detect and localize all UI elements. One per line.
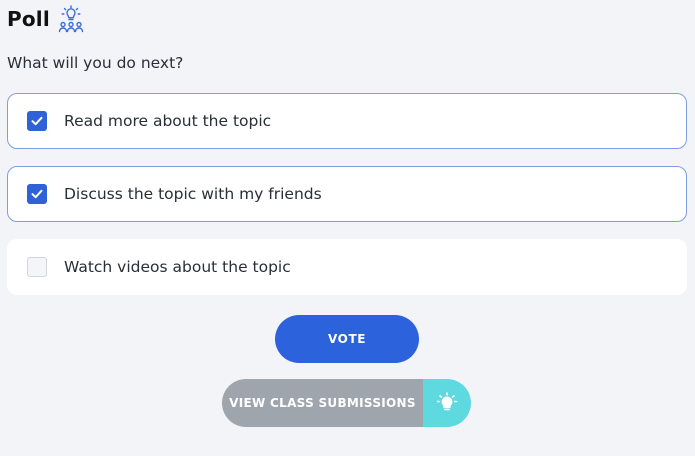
poll-question: What will you do next? (7, 54, 184, 72)
checkbox-unchecked[interactable] (27, 257, 47, 277)
vote-button[interactable]: VOTE (275, 315, 419, 363)
poll-header: Poll (7, 5, 84, 33)
checkmark-icon (31, 189, 43, 199)
idea-group-icon (58, 5, 84, 33)
checkbox-checked[interactable] (27, 184, 47, 204)
view-class-submissions-button[interactable]: VIEW CLASS SUBMISSIONS (222, 379, 471, 427)
poll-option-watch-videos[interactable]: Watch videos about the topic (7, 239, 687, 295)
poll-option-discuss[interactable]: Discuss the topic with my friends (7, 166, 687, 222)
checkbox-checked[interactable] (27, 111, 47, 131)
view-class-submissions-label: VIEW CLASS SUBMISSIONS (222, 379, 423, 427)
lightbulb-icon (423, 379, 471, 427)
option-label: Discuss the topic with my friends (64, 185, 322, 203)
option-label: Watch videos about the topic (64, 258, 291, 276)
poll-title: Poll (7, 7, 50, 31)
checkmark-icon (31, 116, 43, 126)
poll-options: Read more about the topic Discuss the to… (7, 93, 687, 312)
option-label: Read more about the topic (64, 112, 272, 130)
poll-option-read-more[interactable]: Read more about the topic (7, 93, 687, 149)
